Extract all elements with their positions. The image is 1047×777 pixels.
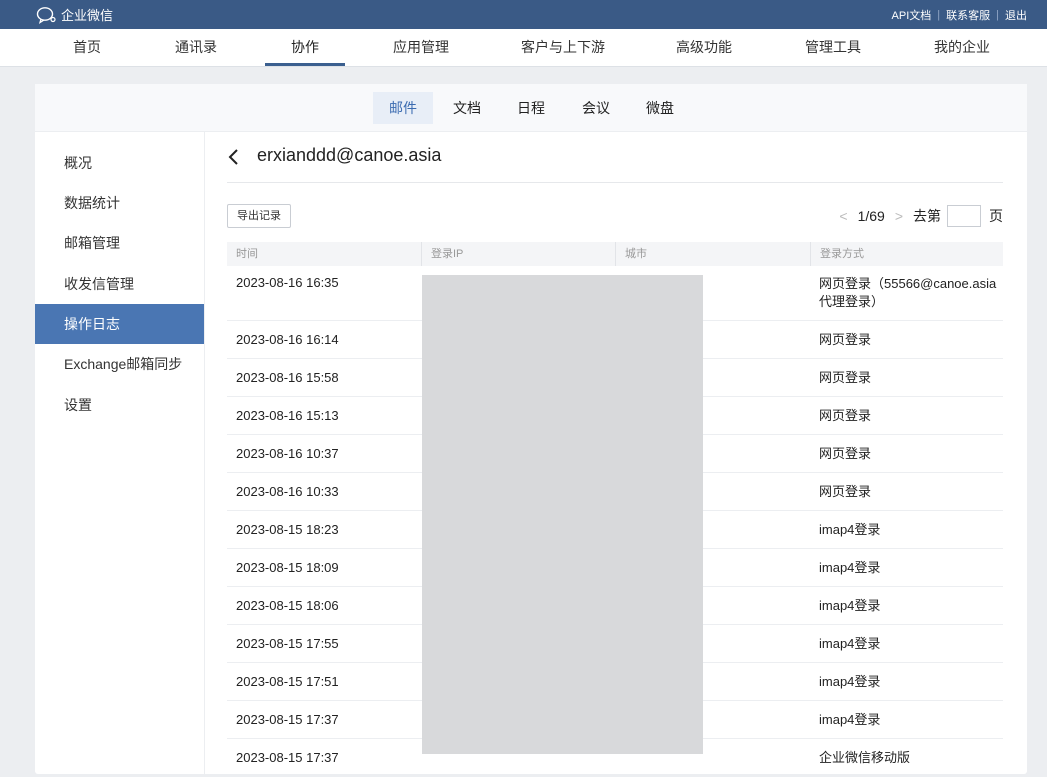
- cell-time: 2023-08-15 17:51: [236, 674, 339, 689]
- cell-time: 2023-08-16 16:35: [236, 275, 339, 290]
- column-header-city: 城市: [615, 242, 810, 266]
- cell-login-method: 网页登录（55566@canoe.asia代理登录）: [819, 276, 997, 309]
- sidebar-item-settings[interactable]: 设置: [35, 385, 204, 425]
- tab-drive[interactable]: 微盘: [630, 92, 690, 124]
- cell-time: 2023-08-15 18:23: [236, 522, 339, 537]
- redacted-region: [422, 275, 703, 754]
- cell-time: 2023-08-15 17:55: [236, 636, 339, 651]
- sub-tabs: 邮件 文档 日程 会议 微盘: [35, 84, 1027, 132]
- brand-name: 企业微信: [61, 8, 114, 23]
- sidebar-item-statistics[interactable]: 数据统计: [35, 183, 204, 223]
- sidebar-item-exchange-sync[interactable]: Exchange邮箱同步: [35, 344, 204, 384]
- wecom-logo-icon: [36, 6, 56, 24]
- sidebar-item-send-receive[interactable]: 收发信管理: [35, 264, 204, 304]
- column-header-method: 登录方式: [810, 242, 1003, 266]
- goto-label: 去第: [913, 208, 941, 224]
- nav-contacts[interactable]: 通讯录: [175, 29, 217, 66]
- cell-login-method: 企业微信移动版: [819, 749, 911, 765]
- nav-customers[interactable]: 客户与上下游: [521, 29, 605, 66]
- account-email: erxianddd@canoe.asia: [257, 145, 442, 165]
- cell-login-method: imap4登录: [819, 597, 881, 613]
- cell-login-method: imap4登录: [819, 711, 881, 727]
- cell-time: 2023-08-16 15:58: [236, 370, 339, 385]
- top-bar: 企业微信 API文档 | 联系客服 | 退出: [0, 0, 1047, 29]
- divider: |: [996, 8, 999, 21]
- cell-login-method: 网页登录: [819, 483, 872, 499]
- cell-time: 2023-08-16 10:33: [236, 484, 339, 499]
- detail-header: erxianddd@canoe.asia: [227, 142, 1003, 183]
- column-header-time: 时间: [236, 248, 258, 260]
- main-nav: 首页 通讯录 协作 应用管理 客户与上下游 高级功能 管理工具 我的企业: [0, 29, 1047, 67]
- export-button[interactable]: 导出记录: [227, 204, 291, 228]
- pagination: < 1/69 > 去第 页: [829, 204, 1003, 228]
- sidebar-item-operation-log[interactable]: 操作日志: [35, 304, 204, 344]
- cell-time: 2023-08-15 17:37: [236, 750, 339, 765]
- tab-meeting[interactable]: 会议: [566, 92, 626, 124]
- nav-active-indicator: [265, 63, 345, 66]
- cell-time: 2023-08-16 10:37: [236, 446, 339, 461]
- divider: |: [937, 8, 941, 21]
- tab-schedule[interactable]: 日程: [501, 92, 561, 124]
- cell-time: 2023-08-16 16:14: [236, 332, 339, 347]
- nav-my-company[interactable]: 我的企业: [934, 29, 990, 66]
- cell-login-method: imap4登录: [819, 521, 881, 537]
- sidebar-item-mailbox-management[interactable]: 邮箱管理: [35, 223, 204, 263]
- contact-support-link[interactable]: 联系客服: [946, 7, 990, 23]
- column-header-ip: 登录IP: [421, 242, 615, 266]
- page-suffix: 页: [989, 208, 1003, 224]
- brand[interactable]: 企业微信: [36, 0, 113, 29]
- cell-login-method: 网页登录: [819, 369, 872, 385]
- logout-link[interactable]: 退出: [1005, 7, 1027, 23]
- cell-login-method: 网页登录: [819, 331, 872, 347]
- tab-mail[interactable]: 邮件: [373, 92, 433, 124]
- tab-docs[interactable]: 文档: [437, 92, 497, 124]
- nav-home[interactable]: 首页: [73, 29, 101, 66]
- sidebar: 概况 数据统计 邮箱管理 收发信管理 操作日志 Exchange邮箱同步 设置: [35, 131, 205, 774]
- back-arrow-icon[interactable]: [227, 146, 241, 168]
- cell-time: 2023-08-15 18:09: [236, 560, 339, 575]
- next-page-icon[interactable]: >: [895, 208, 903, 224]
- prev-page-icon[interactable]: <: [839, 208, 847, 224]
- nav-advanced[interactable]: 高级功能: [676, 29, 732, 66]
- goto-page-input[interactable]: [947, 205, 981, 227]
- api-docs-link[interactable]: API文档: [892, 7, 932, 23]
- cell-login-method: 网页登录: [819, 445, 872, 461]
- cell-login-method: imap4登录: [819, 559, 881, 575]
- cell-login-method: imap4登录: [819, 635, 881, 651]
- cell-login-method: imap4登录: [819, 673, 881, 689]
- cell-time: 2023-08-16 15:13: [236, 408, 339, 423]
- nav-app-management[interactable]: 应用管理: [393, 29, 449, 66]
- sidebar-item-overview[interactable]: 概况: [35, 143, 204, 183]
- table-header: 时间 登录IP 城市 登录方式: [227, 242, 1003, 266]
- content-card: 邮件 文档 日程 会议 微盘 概况 数据统计 邮箱管理 收发信管理 操作日志 E…: [35, 84, 1027, 777]
- cell-time: 2023-08-15 17:37: [236, 712, 339, 727]
- cell-time: 2023-08-15 18:06: [236, 598, 339, 613]
- cell-login-method: 网页登录: [819, 407, 872, 423]
- nav-collaboration[interactable]: 协作: [291, 29, 319, 66]
- nav-admin-tools[interactable]: 管理工具: [805, 29, 861, 66]
- top-links: API文档 | 联系客服 | 退出: [892, 0, 1027, 29]
- page-indicator: 1/69: [857, 208, 885, 224]
